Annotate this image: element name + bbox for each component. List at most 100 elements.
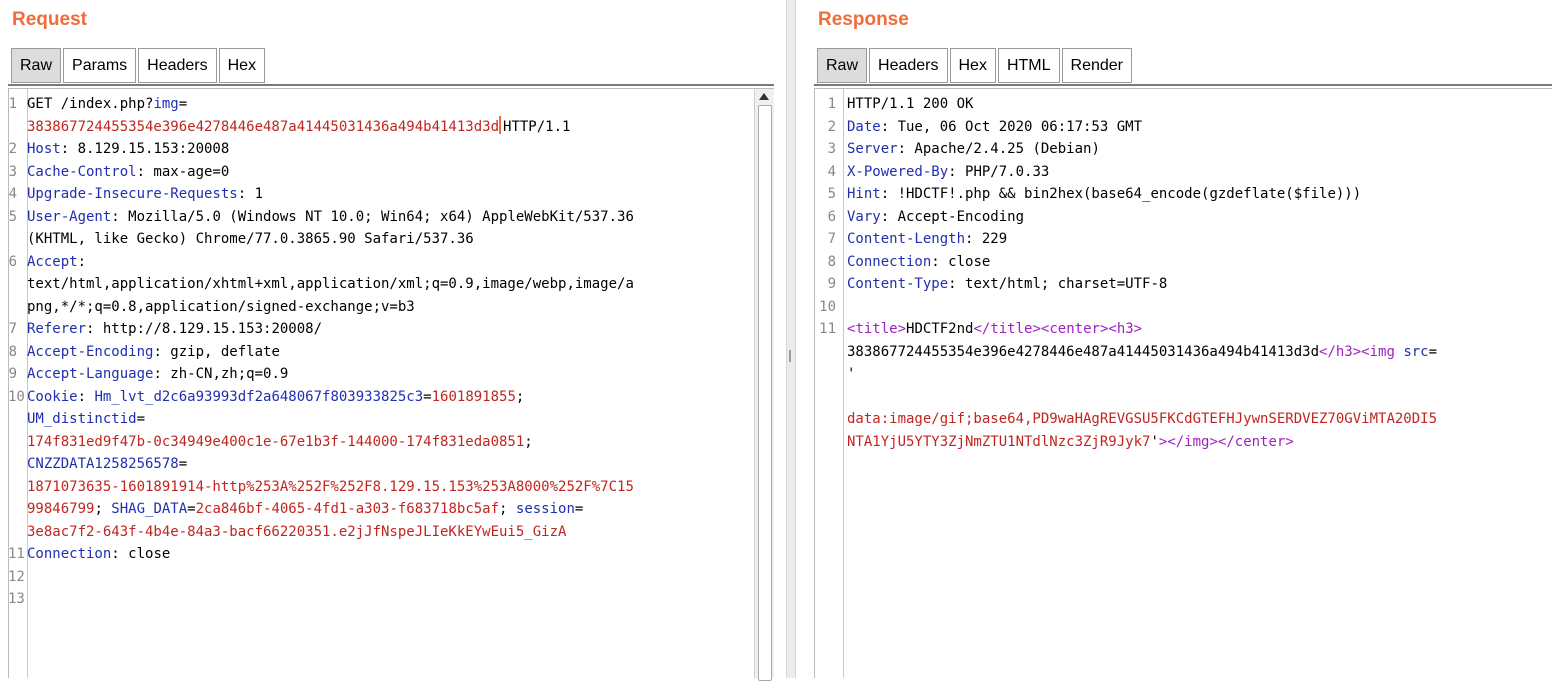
line-content: Accept: text/html,application/xhtml+xml,a… <box>27 251 634 319</box>
token: center <box>1049 321 1100 337</box>
token: = <box>178 96 188 112</box>
wrapped-row <box>847 296 855 319</box>
token: = <box>574 501 584 517</box>
token: 383867724455354e396e4278446e487a41445031… <box>27 118 500 135</box>
token: Connection <box>27 546 112 562</box>
editor-line: 6 Vary: Accept-Encoding <box>814 206 1534 229</box>
token: img <box>1369 343 1404 360</box>
tab-hex[interactable]: Hex <box>949 48 996 83</box>
line-content: Server: Apache/2.4.25 (Debian) <box>847 138 1100 161</box>
tab-raw[interactable]: Raw <box>817 48 868 83</box>
token: : <box>77 388 95 405</box>
line-content: Date: Tue, 06 Oct 2020 06:17:53 GMT <box>847 116 1142 139</box>
token: ; <box>515 388 525 405</box>
line-number: 10 <box>819 298 836 315</box>
editor-line: 11 Connection: close <box>8 543 756 566</box>
scrollbar-thumb[interactable] <box>758 105 772 681</box>
wrapped-row: Connection: close <box>27 543 170 566</box>
editor-line: 9 Accept-Language: zh-CN,zh;q=0.9 <box>8 363 756 386</box>
line-content: Content-Type: text/html; charset=UTF-8 <box>847 273 1167 296</box>
tab-render[interactable]: Render <box>1061 48 1132 83</box>
token: Accept-Encoding <box>27 343 154 360</box>
line-content: X-Powered-By: PHP/7.0.33 <box>847 161 1049 184</box>
token: Accept-Language <box>27 366 154 382</box>
wrapped-row: 174f831ed9f47b-0c34949e400c1e-67e1b3f-14… <box>27 431 634 454</box>
token: </ <box>1217 433 1235 450</box>
line-number: 10 <box>8 388 25 405</box>
tab-params[interactable]: Params <box>63 48 137 83</box>
token: (KHTML, like Gecko) Chrome/77.0.3865.90 … <box>27 231 474 247</box>
request-lines[interactable]: 1 GET /index.php?img= 383867724455354e396e… <box>8 93 756 611</box>
response-lines[interactable]: 1 HTTP/1.1 200 OK 2 Date: Tue, 06 Oct 2020 … <box>814 93 1534 453</box>
scroll-up-arrow-icon[interactable] <box>759 93 769 100</box>
tab-hex[interactable]: Hex <box>218 48 266 83</box>
splitter-grip-icon[interactable] <box>789 350 791 362</box>
token: 174f831ed9f47b-0c34949e400c1e-67e1b3f-14… <box>27 433 525 450</box>
token: SHAG_DATA <box>111 501 188 517</box>
panel-splitter[interactable] <box>786 0 796 678</box>
line-number: 6 <box>8 253 17 270</box>
token: Cookie <box>27 388 78 405</box>
token: > <box>1032 321 1041 337</box>
token: HDCTF2nd <box>906 321 974 337</box>
tab-headers[interactable]: Headers <box>138 48 217 83</box>
editor-line: 9 Content-Type: text/html; charset=UTF-8 <box>814 273 1534 296</box>
line-number: 7 <box>827 231 836 247</box>
request-scrollbar[interactable] <box>754 89 774 681</box>
wrapped-row: 1871073635-1601891914-http%253A%252F%252… <box>27 476 634 499</box>
token: = <box>423 388 432 405</box>
token: title <box>855 321 898 337</box>
token: src <box>1403 343 1429 360</box>
tab-headers[interactable]: Headers <box>869 48 948 83</box>
line-content <box>847 296 855 319</box>
token: UM_distinctid <box>27 411 137 427</box>
token: : PHP/7.0.33 <box>948 163 1050 180</box>
token: session <box>515 501 575 517</box>
token: 1601891855 <box>431 388 516 405</box>
line-content: Content-Length: 229 <box>847 228 1007 251</box>
line-number: 11 <box>8 546 25 562</box>
token: Hm_lvt_d2c6a93993df2a648067f803933825c3 <box>94 388 424 405</box>
token: ; <box>94 501 112 517</box>
line-content: Host: 8.129.15.153:20008 <box>27 138 229 161</box>
token: h3 <box>1335 343 1353 360</box>
token: User-Agent <box>27 208 112 225</box>
token: > <box>1352 343 1362 360</box>
token: : Tue, 06 Oct 2020 06:17:53 GMT <box>880 118 1143 135</box>
request-tab-underline <box>8 84 774 86</box>
token: 3e8ac7f2-643f-4b4e-84a3-bacf66220351.e2j… <box>27 523 567 540</box>
token: = <box>136 411 146 427</box>
wrapped-row <box>27 588 35 611</box>
response-tabs: Raw Headers Hex HTML Render <box>817 48 1134 83</box>
line-content: Vary: Accept-Encoding <box>847 206 1024 229</box>
editor-line: 2 Date: Tue, 06 Oct 2020 06:17:53 GMT <box>814 116 1534 139</box>
token: ; <box>524 433 533 450</box>
token: 383867724455354e396e4278446e487a41445031… <box>847 343 1320 360</box>
wrapped-row: Accept: <box>27 251 634 274</box>
token: Referer <box>27 321 87 337</box>
token: : text/html; charset=UTF-8 <box>948 276 1168 292</box>
editor-line: 7 Referer: http://8.129.15.153:20008/ <box>8 318 756 341</box>
wrapped-row: CNZZDATA1258256578= <box>27 453 634 476</box>
wrapped-row: png,*/*;q=0.8,application/signed-exchang… <box>27 296 634 319</box>
tab-html[interactable]: HTML <box>997 48 1060 83</box>
token: > <box>1209 433 1218 450</box>
token: = <box>178 456 188 472</box>
token: > <box>897 321 907 337</box>
editor-line: 10 <box>814 296 1534 319</box>
wrapped-row: ' <box>847 363 1437 386</box>
response-tab-underline <box>814 84 1552 86</box>
token: HTTP/1.1 <box>503 118 571 135</box>
token: Content-Type <box>847 276 949 292</box>
token: Cache-Control <box>27 163 137 180</box>
wrapped-row: (KHTML, like Gecko) Chrome/77.0.3865.90 … <box>27 228 634 251</box>
token: center <box>1234 433 1286 450</box>
token: HTTP/1.1 200 OK <box>847 96 974 112</box>
token: : gzip, deflate <box>153 343 280 360</box>
token: Upgrade-Insecure-Requests <box>27 186 238 202</box>
tab-raw[interactable]: Raw <box>11 48 62 83</box>
token: h3 <box>1116 321 1134 337</box>
token: Host <box>27 141 61 157</box>
line-number: 1 <box>827 96 836 112</box>
editor-line: 4 X-Powered-By: PHP/7.0.33 <box>814 161 1534 184</box>
